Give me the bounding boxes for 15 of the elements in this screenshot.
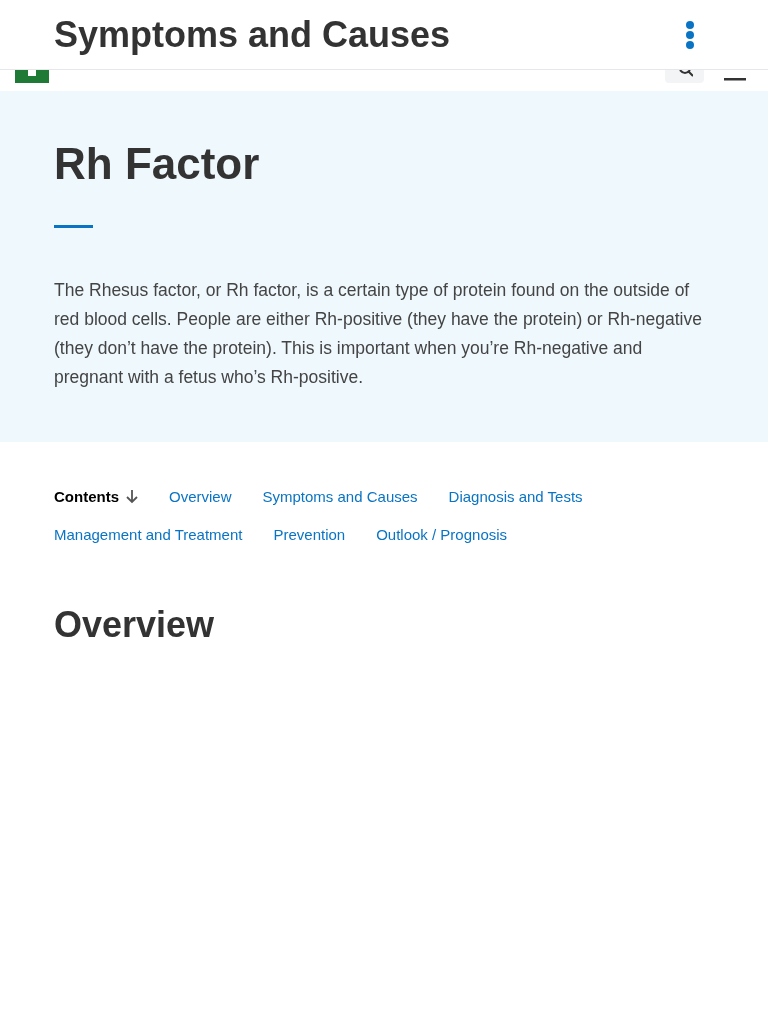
contents-link[interactable]: Prevention [273,524,346,546]
contents-link[interactable]: Outlook / Prognosis [376,524,508,546]
down-arrow-icon [126,490,138,504]
contents-label: Contents [54,487,119,507]
contents-link[interactable]: Symptoms and Causes [262,486,418,508]
summary-paragraph: The Rhesus factor, or Rh factor, is a certain type of protein found on the outside of red blood cells. People are either Rh-positive (they have the protein) or Rh-negative (they don’t have the protein). This is important when you’re Rh-negative and pregnant with a fetus who’s Rh-positive. [54,279,703,389]
contents-link[interactable]: Diagnosis and Tests [448,486,583,508]
more-options-icon [686,20,694,49]
contents-link[interactable]: Overview [169,486,232,508]
page-title: Symptoms and Causes [54,12,451,57]
contents-link[interactable]: Management and Treatment [54,524,243,546]
section-heading: Overview [53,603,216,647]
article-title: Rh Factor [54,139,261,189]
more-options-button[interactable] [686,20,694,49]
search-button[interactable] [665,70,704,83]
